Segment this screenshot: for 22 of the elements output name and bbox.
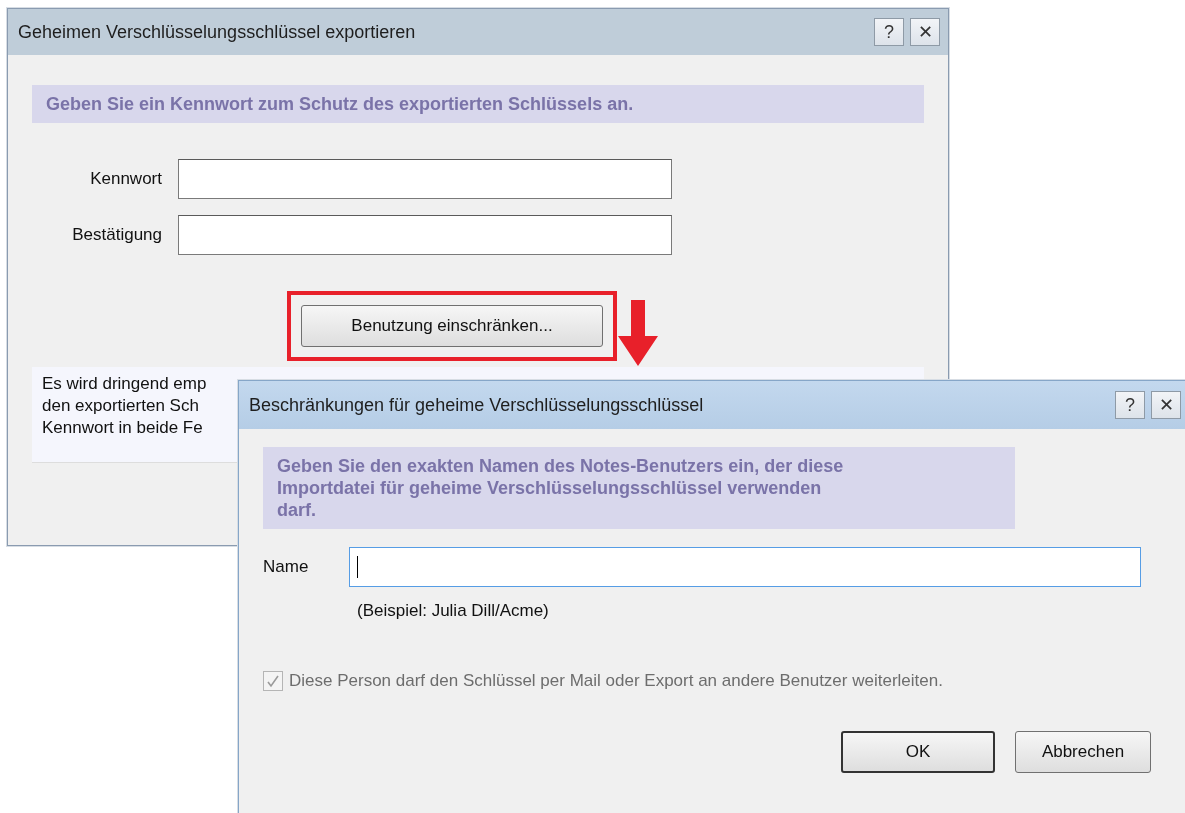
field-label: Kennwort	[89, 169, 162, 189]
checkbox-label: Diese Person darf den Schlüssel per Mail oder Export an andere Benutzer weiterleiten.	[289, 671, 943, 691]
note-text: den exportierten Sch	[42, 395, 199, 417]
name-field[interactable]	[349, 547, 1141, 587]
close-button[interactable]: ✕	[1151, 391, 1181, 419]
field-label: Name	[263, 557, 310, 577]
password-field[interactable]	[178, 215, 672, 255]
ok-button[interactable]: OK	[841, 731, 995, 773]
note-text: Es wird dringend emp	[42, 373, 207, 395]
field-label: Bestätigung	[71, 225, 162, 245]
instruction-banner: Geben Sie den exakten Namen des Notes-Benutzers ein, der diese Importdatei für geheime Verschlüsselungsschlüssel verwenden darf.	[263, 447, 1015, 529]
help-button[interactable]: ?	[874, 18, 904, 46]
example-hint: (Beispiel: Julia Dill/Acme)	[357, 601, 550, 621]
password-field[interactable]	[178, 159, 672, 199]
window-title: Beschränkungen für geheime Verschlüsselungsschlüssel	[249, 394, 705, 416]
cancel-button[interactable]: Abbrechen	[1015, 731, 1151, 773]
close-button[interactable]: ✕	[910, 18, 940, 46]
window-title: Geheimen Verschlüsselungsschlüssel exportieren	[18, 21, 417, 43]
help-button[interactable]: ?	[1115, 391, 1145, 419]
instruction-banner: Geben Sie ein Kennwort zum Schutz des exportierten Schlüssels an.	[32, 85, 924, 123]
note-text: Kennwort in beide Fe	[42, 417, 203, 439]
restrict-usage-button[interactable]: Benutzung einschränken...	[301, 305, 603, 347]
